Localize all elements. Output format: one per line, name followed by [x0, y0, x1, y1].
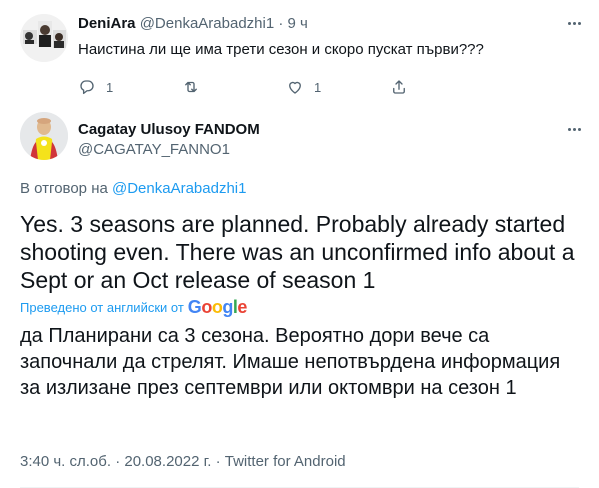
tweet-author-handle[interactable]: @CAGATAY_FANNO1	[78, 141, 230, 158]
google-letter: o	[201, 297, 212, 317]
replying-to-label: В отговор на	[20, 180, 108, 197]
avatar-image	[20, 14, 68, 62]
tweet-more-icon[interactable]	[563, 120, 585, 138]
google-letter: o	[211, 297, 223, 317]
reply-separator: ·	[278, 15, 284, 32]
reply-time[interactable]: 9 ч	[288, 15, 308, 32]
reply-button[interactable]: 1	[78, 78, 113, 96]
like-button[interactable]: 1	[286, 78, 321, 96]
reply-more-icon[interactable]	[563, 14, 585, 32]
reply-author-name[interactable]: DeniAra	[78, 15, 136, 32]
reply-header: DeniAra @DenkaArabadzhi1 · 9 ч	[78, 15, 308, 32]
reply-text: Наистина ли ще има трети сезон и скоро п…	[78, 41, 484, 58]
google-letter: g	[222, 297, 233, 317]
reply-author-avatar[interactable]	[20, 14, 68, 62]
tweet-timestamp[interactable]: 3:40 ч. сл.об. · 20.08.2022 г. · Twitter…	[20, 453, 346, 470]
main-tweet: Cagatay Ulusoy FANDOM @CAGATAY_FANNO1 В …	[0, 100, 599, 488]
tweet-author-avatar[interactable]	[20, 112, 68, 160]
like-count: 1	[314, 79, 322, 95]
translation-attribution: Преведено от английски от Google	[20, 297, 247, 318]
avatar-image	[20, 112, 68, 160]
share-icon	[393, 80, 405, 94]
translation-label: Преведено от английски от	[20, 300, 184, 315]
retweet-icon	[185, 81, 197, 93]
like-icon	[289, 81, 301, 94]
reply-icon	[80, 80, 94, 95]
google-letter: G	[187, 297, 202, 317]
replying-to-mention[interactable]: @DenkaArabadzhi1	[112, 180, 246, 197]
reply-actions: 1 1	[78, 78, 508, 98]
google-logo[interactable]: Google	[187, 297, 248, 318]
tweet-author-name[interactable]: Cagatay Ulusoy FANDOM	[78, 121, 260, 138]
replying-to: В отговор на @DenkaArabadzhi1	[20, 180, 246, 197]
share-button[interactable]	[390, 78, 408, 96]
reply-author-handle[interactable]: @DenkaArabadzhi1	[140, 15, 274, 32]
retweet-button[interactable]	[182, 78, 210, 96]
reply-tweet[interactable]: DeniAra @DenkaArabadzhi1 · 9 ч Наистина …	[0, 0, 599, 100]
tweet-text: Yes. 3 seasons are planned. Probably alr…	[20, 211, 575, 293]
translated-text: да Планирани са 3 сезона. Вероятно дори …	[20, 325, 561, 399]
reply-count: 1	[106, 79, 114, 95]
google-letter: e	[237, 297, 247, 317]
